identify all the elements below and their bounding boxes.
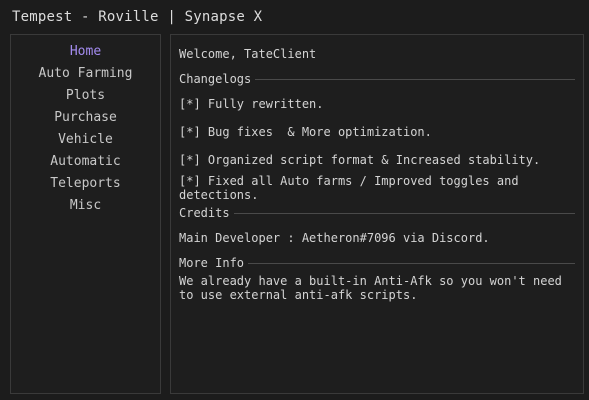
- changelog-entry: [*] Fixed all Auto farms / Improved togg…: [179, 174, 526, 202]
- changelog-entry: [*] Organized script format & Increased …: [179, 153, 541, 167]
- sidebar-item-automatic[interactable]: Automatic: [11, 151, 160, 173]
- more-info-text: We already have a built-in Anti-Afk so y…: [179, 274, 570, 302]
- credits-title: Credits: [179, 206, 230, 220]
- sidebar-item-purchase[interactable]: Purchase: [11, 107, 160, 129]
- home-panel: Welcome, TateClient Changelogs [*] Fully…: [170, 34, 584, 394]
- welcome-text: Welcome, TateClient: [179, 47, 317, 61]
- section-divider: [233, 212, 575, 214]
- changelogs-title: Changelogs: [179, 72, 252, 86]
- changelog-entry: [*] Bug fixes & More optimization.: [179, 125, 432, 139]
- section-divider: [255, 78, 575, 80]
- app-window: Tempest - Roville | Synapse X Home Auto …: [0, 0, 589, 400]
- sidebar-item-auto-farming[interactable]: Auto Farming: [11, 63, 160, 85]
- section-divider: [248, 262, 575, 264]
- credits-header: Credits: [179, 206, 575, 220]
- more-info-title: More Info: [179, 256, 245, 270]
- sidebar-item-plots[interactable]: Plots: [11, 85, 160, 107]
- sidebar-item-teleports[interactable]: Teleports: [11, 173, 160, 195]
- changelogs-header: Changelogs: [179, 72, 575, 86]
- sidebar: Home Auto Farming Plots Purchase Vehicle…: [10, 34, 161, 394]
- sidebar-item-misc[interactable]: Misc: [11, 195, 160, 217]
- sidebar-item-vehicle[interactable]: Vehicle: [11, 129, 160, 151]
- changelog-entry: [*] Fully rewritten.: [179, 97, 324, 111]
- more-info-header: More Info: [179, 256, 575, 270]
- sidebar-item-home[interactable]: Home: [11, 41, 160, 63]
- window-title: Tempest - Roville | Synapse X: [12, 9, 263, 25]
- credits-text: Main Developer : Aetheron#7096 via Disco…: [179, 231, 490, 245]
